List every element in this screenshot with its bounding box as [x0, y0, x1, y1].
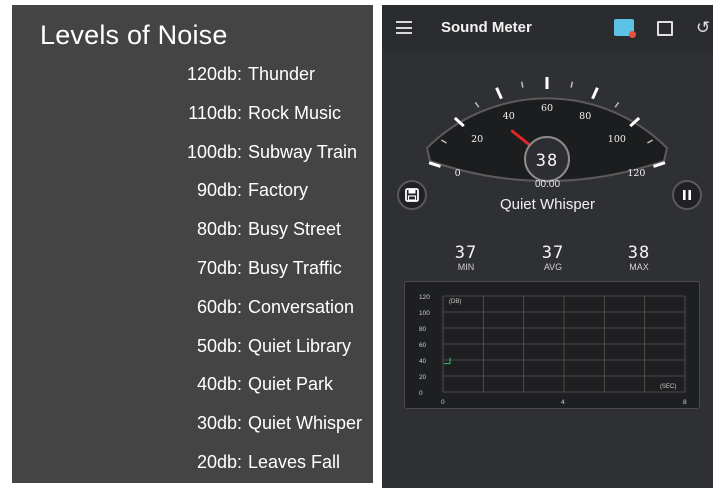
current-reading: 38 — [536, 151, 558, 171]
theme-icon[interactable] — [614, 19, 636, 38]
noise-level-source: Leaves Fall — [248, 451, 341, 472]
history-graph: 120 100 80 60 40 20 0 0 4 8 (DB) (SEC) — [404, 281, 700, 409]
noise-level-source: Quiet Library — [248, 335, 352, 356]
noise-levels-panel: Levels of Noise 120db: Thunder 110db: Rock … — [12, 5, 373, 483]
graph-y-tick: 60 — [419, 342, 427, 349]
graph-y-tick: 100 — [419, 310, 430, 317]
noise-level-db: 60db: — [196, 296, 242, 317]
graph-x-tick: 4 — [561, 399, 565, 406]
graph-plot: 120 100 80 60 40 20 0 0 4 8 (DB) (SEC) — [419, 294, 687, 406]
avg-value: 37 — [541, 243, 565, 263]
gauge-major-tick — [591, 87, 599, 100]
noise-level-item: 20db: Leaves Fall — [187, 448, 340, 487]
graph-x-tick: 0 — [441, 399, 445, 406]
gauge-tick-label: 120 — [627, 168, 645, 179]
graph-x-tick: 8 — [683, 399, 687, 406]
gauge-tick-label: 40 — [503, 111, 515, 122]
image-icon[interactable] — [657, 21, 673, 36]
noise-level-source: Busy Street — [248, 219, 342, 240]
app-title: Sound Meter — [441, 19, 532, 36]
noise-level-db: 20db: — [196, 451, 242, 472]
noise-level-item: 80db: Busy Street — [187, 215, 341, 254]
noise-level-list: 120db: Thunder 110db: Rock Music 100db: Subwa… — [186, 60, 362, 487]
max-label: MAX — [629, 262, 649, 272]
noise-level-db: 120db: — [186, 64, 242, 84]
graph-y-tick: 0 — [419, 390, 423, 397]
avg-label: AVG — [543, 262, 563, 272]
max-value: 38 — [627, 243, 651, 263]
stats-row: 37 MIN 37 AVG 38 MAX — [382, 244, 713, 276]
noise-level-source: Thunder — [248, 64, 316, 84]
noise-level-db: 80db: — [196, 219, 242, 240]
refresh-icon[interactable]: ↺ — [696, 19, 710, 36]
min-value: 37 — [454, 243, 478, 263]
noise-level-source: Subway Train — [248, 141, 358, 162]
gauge-tick-label: 60 — [541, 103, 553, 114]
min-label: MIN — [457, 262, 475, 272]
graph-y-tick: 80 — [419, 326, 427, 333]
graph-x-unit: (SEC) — [660, 384, 676, 390]
noise-level-item: 40db: Quiet Park — [187, 370, 333, 409]
noise-level-item: 120db: Thunder — [186, 60, 315, 99]
noise-level-name: Quiet Whisper — [499, 196, 596, 213]
noise-level-source: Factory — [248, 180, 309, 201]
noise-level-item: 100db: Subway Train — [186, 138, 357, 177]
graph-y-tick: 20 — [419, 374, 427, 381]
noise-level-item: 90db: Factory — [187, 176, 308, 215]
panel-title: Levels of Noise — [40, 20, 228, 50]
app-bar: Sound Meter ↺ — [382, 5, 713, 51]
gauge-minor-tick — [520, 81, 524, 88]
stat-avg: 37 AVG — [523, 244, 583, 273]
gauge-tick-label: 20 — [471, 134, 483, 145]
gauge-tick-label: 100 — [608, 134, 626, 145]
noise-level-db: 50db: — [196, 335, 242, 356]
graph-y-unit: (DB) — [449, 299, 461, 305]
gauge-minor-tick — [474, 101, 480, 108]
noise-level-source: Quiet Whisper — [248, 413, 363, 434]
noise-level-source: Quiet Park — [248, 374, 334, 395]
noise-level-item: 60db: Conversation — [187, 293, 354, 332]
noise-level-db: 100db: — [186, 141, 242, 162]
stat-max: 38 MAX — [609, 244, 669, 273]
graph-y-tick: 40 — [419, 358, 427, 365]
noise-level-db: 40db: — [196, 374, 242, 395]
noise-level-db: 30db: — [196, 413, 242, 434]
menu-icon[interactable] — [396, 21, 412, 34]
noise-level-db: 110db: — [188, 102, 242, 123]
graph-trace — [444, 357, 451, 365]
noise-level-source: Conversation — [248, 296, 355, 317]
noise-level-source: Busy Traffic — [248, 257, 342, 278]
graph-y-tick: 120 — [419, 294, 430, 301]
noise-level-item: 50db: Quiet Library — [187, 332, 351, 371]
gauge-minor-tick — [614, 101, 620, 108]
noise-level-item: 110db: Rock Music — [187, 99, 341, 138]
noise-level-db: 70db: — [196, 257, 242, 278]
gauge-minor-tick — [570, 81, 574, 88]
gauge-tick-label: 80 — [579, 111, 591, 122]
gauge-tick-label: 0 — [455, 168, 461, 179]
noise-level-item: 30db: Quiet Whisper — [187, 409, 362, 448]
noise-level-item: 70db: Busy Traffic — [187, 254, 342, 293]
stat-min: 37 MIN — [436, 244, 496, 273]
noise-level-db: 90db: — [196, 180, 242, 201]
sound-meter-app: Sound Meter ↺ 0 20 40 60 80 100 120 38 00:00 Q… — [382, 5, 713, 488]
elapsed-timer: 00:00 — [534, 179, 561, 190]
noise-level-source: Rock Music — [248, 102, 342, 123]
gauge-major-tick — [495, 87, 503, 100]
